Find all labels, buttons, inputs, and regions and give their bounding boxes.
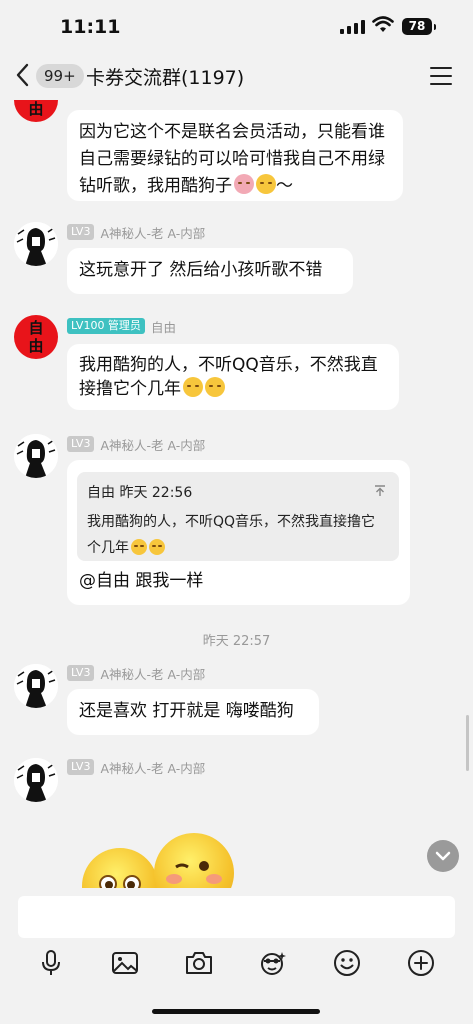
reply-message-bubble[interactable]: 自由 昨天 22:56 我用酷狗的人，不听QQ音乐，不然我直接撸它个几年 @自由… [67,460,410,605]
message-text: 因为它这个不是联名会员活动，只能看谁自己需要绿钻的可以哈可惜我自己不用绿钻听歌，… [79,122,385,196]
composer [0,888,473,1024]
sender-name: 自由 [150,319,176,335]
quoted-author: 自由 昨天 22:56 [87,485,193,501]
scrollbar[interactable] [466,715,469,771]
image-icon[interactable] [110,948,140,978]
avatar[interactable]: 自 由 [14,315,58,359]
avatar-figure-icon [14,664,58,708]
scroll-to-bottom-button[interactable] [427,840,459,872]
hugging-emoji-sticker-icon [82,848,158,888]
avatar-figure-icon [14,758,58,802]
blushing-emoji-icon [234,174,254,194]
avatar-figure-icon [14,434,58,478]
message-bubble[interactable]: 我用酷狗的人，不听QQ音乐，不然我直接撸它个几年 [67,344,399,410]
level-badge: LV3 [67,759,95,775]
status-bar: 11:11 78 [0,0,473,52]
sender-meta: LV100 管理员 自由 [67,317,176,335]
jump-to-quote-icon[interactable] [373,484,387,498]
unread-count-badge[interactable]: 99+ [36,64,84,88]
quoted-text: 我用酷狗的人，不听QQ音乐，不然我直接撸它个几年 [87,514,376,556]
home-indicator [152,1009,320,1014]
message-bubble[interactable]: 因为它这个不是联名会员活动，只能看谁自己需要绿钻的可以哈可惜我自己不用绿钻听歌，… [67,110,403,201]
message-bubble[interactable]: 这玩意开了 然后给小孩听歌不错 [67,248,353,294]
message-text: @自由 跟我一样 [79,571,204,591]
shy-emoji-icon [149,539,165,555]
message-text: 我用酷狗的人，不听QQ音乐，不然我直接撸它个几年 [79,355,378,399]
sender-name: A神秘人-老 A-内部 [100,760,206,776]
shy-emoji-icon [205,377,225,397]
avatar[interactable] [14,758,58,802]
avatar-text: 自 由 [28,100,44,118]
group-title: 卡券交流群(1197) [86,67,245,89]
sender-name: A神秘人-老 A-内部 [100,437,206,453]
sender-meta: LV3 A神秘人-老 A-内部 [67,758,205,776]
smiling-emoji-icon [183,377,203,397]
message-list[interactable]: 自 由 因为它这个不是联名会员活动，只能看谁自己需要绿钻的可以哈可惜我自己不用绿… [0,100,473,888]
microphone-icon[interactable] [36,948,66,978]
timestamp: 昨天 22:57 [202,634,271,649]
battery-indicator: 78 [402,18,436,35]
camera-icon[interactable] [184,948,214,978]
level-badge: LV3 [67,665,95,681]
menu-icon[interactable] [430,67,452,91]
message-text: 这玩意开了 然后给小孩听歌不错 [79,260,323,280]
avatar-text: 自 由 [28,319,44,355]
admin-level-badge: LV100 管理员 [67,318,145,334]
message-text-tail: ～ [276,176,293,196]
wifi-icon [372,16,394,32]
smiling-emoji-icon [131,539,147,555]
sender-meta: LV3 A神秘人-老 A-内部 [67,664,205,682]
plus-icon[interactable] [406,948,436,978]
winking-emoji-sticker-icon [154,833,234,888]
avatar[interactable] [14,434,58,478]
chevron-down-icon [435,851,451,861]
avatar[interactable] [14,664,58,708]
sender-name: A神秘人-老 A-内部 [100,666,206,682]
smiling-emoji-icon [256,174,276,194]
emoji-icon[interactable] [332,948,362,978]
sender-meta: LV3 A神秘人-老 A-内部 [67,435,205,453]
status-time: 11:11 [60,16,121,38]
message-input[interactable] [18,896,455,938]
composer-toolbar [0,948,473,982]
quoted-message[interactable]: 自由 昨天 22:56 我用酷狗的人，不听QQ音乐，不然我直接撸它个几年 [77,472,399,561]
message-bubble[interactable]: 还是喜欢 打开就是 嗨喽酷狗 [67,689,319,735]
sticker-message[interactable] [80,830,240,888]
back-chevron-icon[interactable] [12,62,36,88]
sender-name: A神秘人-老 A-内部 [100,225,206,241]
level-badge: LV3 [67,224,95,240]
avatar-figure-icon [14,222,58,266]
level-badge: LV3 [67,436,95,452]
sticker-face-icon[interactable] [258,948,288,978]
cellular-signal-icon [340,20,365,34]
message-text: 还是喜欢 打开就是 嗨喽酷狗 [79,701,294,721]
sender-meta: LV3 A神秘人-老 A-内部 [67,223,205,241]
chat-header: 99+ 卡券交流群(1197) [0,52,473,100]
avatar[interactable] [14,222,58,266]
avatar[interactable]: 自 由 [14,100,58,122]
